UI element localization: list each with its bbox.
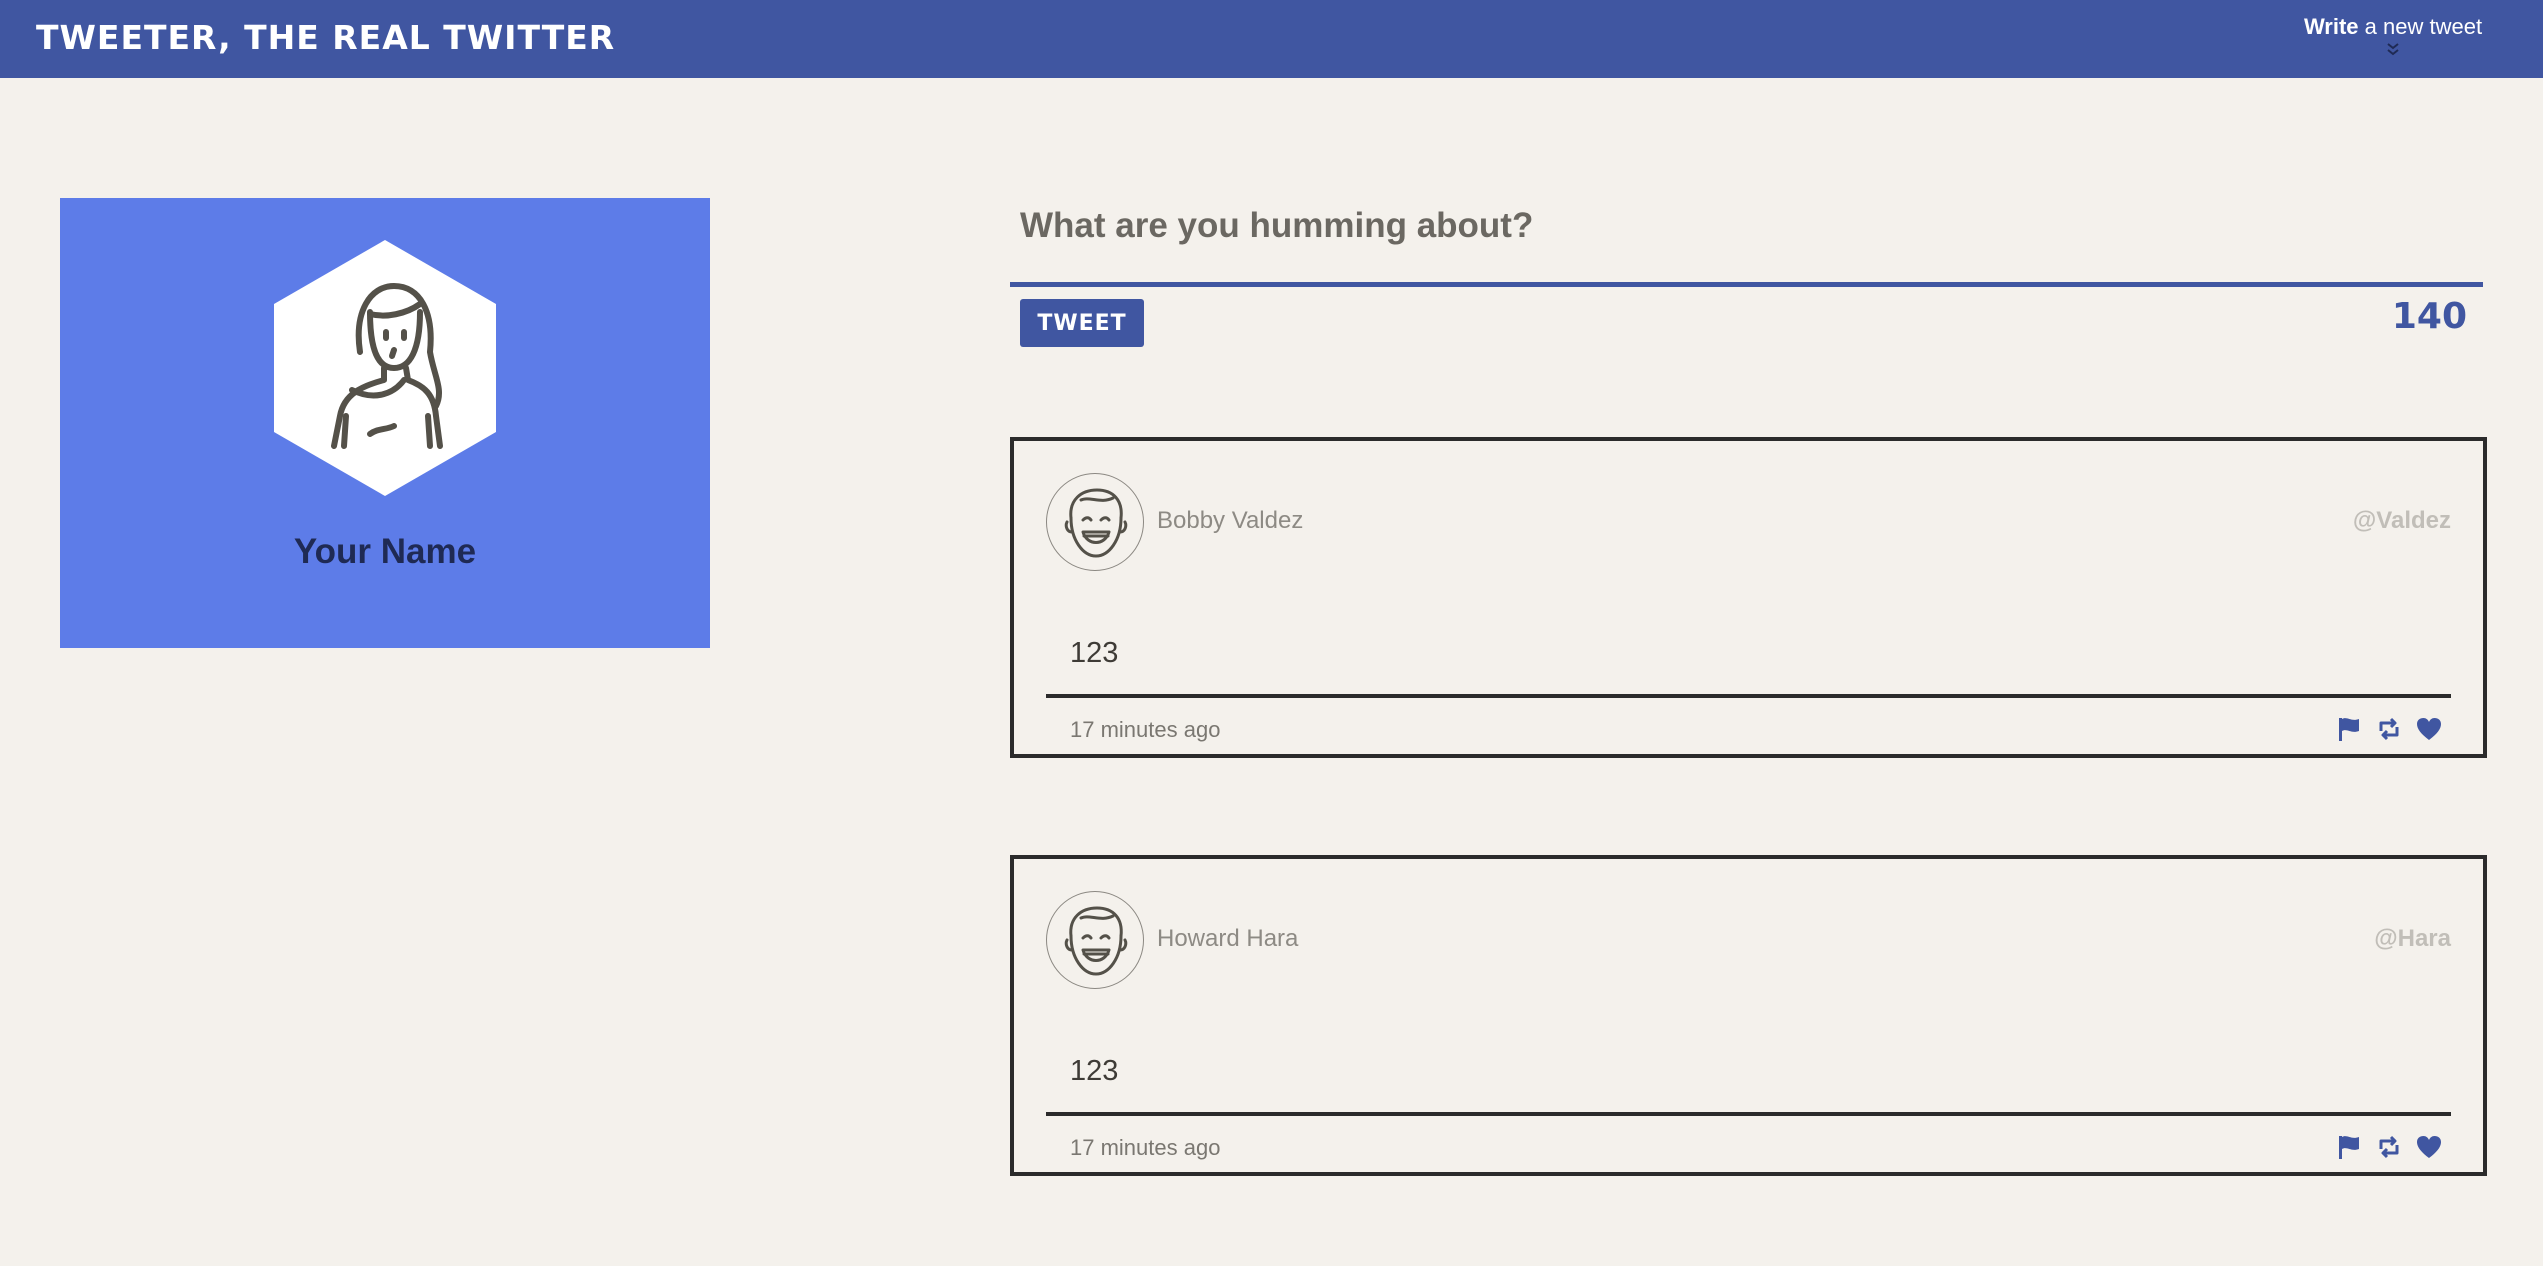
tweet-author-handle: @Valdez: [2352, 507, 2451, 534]
write-new-tweet-toggle[interactable]: Write a new tweet: [2299, 14, 2487, 58]
write-label-rest: a new tweet: [2358, 14, 2483, 39]
double-chevron-down-icon: [2387, 43, 2399, 56]
tweet-timestamp: 17 minutes ago: [1070, 717, 1221, 742]
compose-input[interactable]: What are you humming about?: [1020, 206, 1533, 246]
profile-name: Your Name: [293, 532, 477, 571]
top-nav-bar: TWEETER, THE REAL TWITTER Write a new tw…: [0, 0, 2543, 78]
tweet-author-handle: @Hara: [2374, 925, 2451, 952]
compose-underline: [1010, 282, 2483, 287]
tweet-card: Howard Hara @Hara 123 17 minutes ago: [1010, 855, 2487, 1176]
tweet-body: 123: [1070, 637, 1119, 669]
write-label-bold: Write: [2303, 14, 2359, 39]
heart-icon[interactable]: [2415, 1133, 2443, 1161]
tweet-actions: [2335, 715, 2443, 743]
tweet-author-name: Howard Hara: [1157, 925, 1299, 952]
tweet-card: Bobby Valdez @Valdez 123 17 minutes ago: [1010, 437, 2487, 758]
character-counter: 140: [2391, 296, 2467, 337]
profile-avatar: [274, 240, 496, 496]
retweet-icon[interactable]: [2375, 715, 2403, 743]
flag-icon[interactable]: [2335, 1133, 2363, 1161]
tweet-avatar: [1046, 473, 1144, 571]
retweet-icon[interactable]: [2375, 1133, 2403, 1161]
tweet-timestamp: 17 minutes ago: [1070, 1135, 1221, 1160]
tweet-divider: [1046, 694, 2451, 698]
tweet-button[interactable]: TWEET: [1020, 299, 1144, 347]
tweet-avatar: [1046, 891, 1144, 989]
tweet-divider: [1046, 1112, 2451, 1116]
tweet-body: 123: [1070, 1055, 1119, 1087]
smiling-man-icon: [1064, 488, 1128, 558]
profile-card: Your Name: [60, 198, 710, 648]
brand-title: TWEETER, THE REAL TWITTER: [36, 18, 616, 57]
tweet-author-name: Bobby Valdez: [1157, 507, 1304, 534]
smiling-man-icon: [1064, 906, 1128, 976]
flag-icon[interactable]: [2335, 715, 2363, 743]
heart-icon[interactable]: [2415, 715, 2443, 743]
tweet-actions: [2335, 1133, 2443, 1161]
